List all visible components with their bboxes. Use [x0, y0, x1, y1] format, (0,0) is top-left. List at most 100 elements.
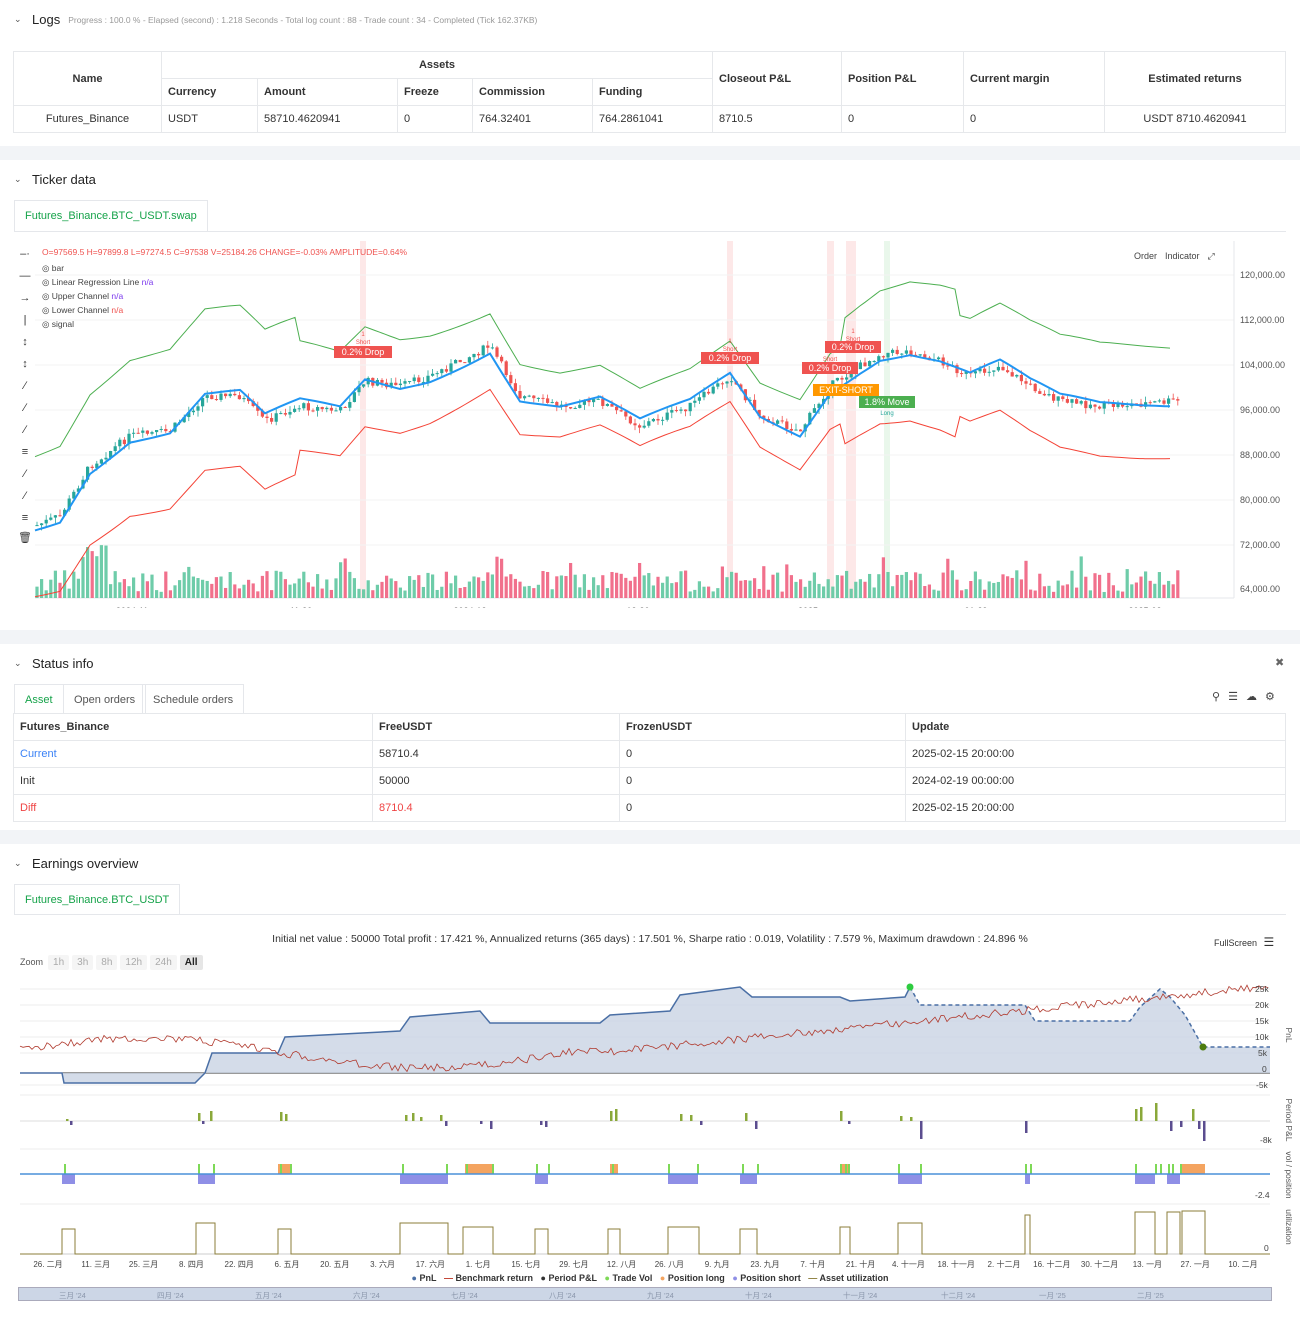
- status-header[interactable]: ⌄ Status info: [14, 656, 93, 671]
- th-funding: Funding: [592, 78, 713, 106]
- chevron-down-icon[interactable]: ⌄: [14, 858, 24, 869]
- zoom-1h[interactable]: 1h: [48, 955, 70, 970]
- navigator-tick: 四月 '24: [157, 1291, 184, 1300]
- x-tick: 13. 一月: [1133, 1260, 1162, 1269]
- candle-body: [845, 377, 849, 380]
- volume-bar: [1075, 587, 1079, 598]
- list-icon[interactable]: ☰: [1228, 690, 1238, 703]
- candle-body: [334, 410, 338, 412]
- th-update: Update: [905, 713, 1286, 741]
- eye-icon[interactable]: ◎: [42, 305, 49, 315]
- legend-benchmark[interactable]: — Benchmark return: [444, 1273, 533, 1283]
- period-bars: [66, 1103, 1206, 1141]
- legend-item[interactable]: ◎ signal: [42, 317, 153, 331]
- earnings-chart[interactable]: 25k 20k 15k 10k 5k 0 -5k PnL -8k Period …: [0, 975, 1300, 1305]
- legend-trade-vol[interactable]: ● Trade Vol: [605, 1273, 653, 1283]
- fullscreen-button[interactable]: FullScreen ☰: [1214, 935, 1274, 949]
- tab-schedule-orders[interactable]: Schedule orders: [142, 684, 245, 714]
- x-tick: 11. 三月: [81, 1260, 110, 1269]
- logs-header[interactable]: ⌄ Logs Progress : 100.0 % - Elapsed (sec…: [14, 12, 537, 27]
- row-label[interactable]: Current: [13, 740, 373, 768]
- period-bar: [412, 1113, 415, 1121]
- candle-body: [486, 345, 490, 348]
- ticker-header[interactable]: ⌄ Ticker data: [14, 172, 96, 187]
- long-position: [1182, 1164, 1205, 1174]
- legend-period[interactable]: ● Period P&L: [541, 1273, 597, 1283]
- zoom-8h[interactable]: 8h: [96, 955, 118, 970]
- legend-item[interactable]: ◎ bar: [42, 261, 153, 275]
- earnings-summary: Initial net value : 50000 Total profit :…: [272, 933, 1028, 945]
- zoom-24h[interactable]: 24h: [150, 955, 177, 970]
- expand-icon[interactable]: ⤢: [1208, 251, 1215, 262]
- tab-ticker-symbol[interactable]: Futures_Binance.BTC_USDT.swap: [14, 200, 208, 231]
- navigator-tick: 七月 '24: [451, 1291, 478, 1300]
- volume-bar: [946, 558, 950, 598]
- eye-icon[interactable]: ◎: [42, 277, 49, 287]
- volume-bar: [826, 579, 830, 598]
- pnl-tick: 15k: [1255, 1016, 1269, 1026]
- trade-vol-bar: [848, 1164, 850, 1174]
- earnings-header[interactable]: ⌄ Earnings overview: [14, 856, 138, 871]
- volume-bar: [297, 578, 301, 598]
- volume-bar: [734, 572, 738, 598]
- volume-bar: [113, 571, 117, 598]
- candle-body: [237, 395, 241, 400]
- chevron-down-icon[interactable]: ⌄: [14, 658, 24, 669]
- period-bar: [920, 1121, 923, 1139]
- zoom-3h[interactable]: 3h: [72, 955, 94, 970]
- volume-bar: [219, 576, 223, 598]
- candle-body: [412, 377, 416, 382]
- legend-pos-long[interactable]: ● Position long: [660, 1273, 725, 1283]
- order-button[interactable]: Order: [1134, 251, 1157, 262]
- y-tick: 104,000.00: [1240, 360, 1285, 370]
- volume-bar: [398, 587, 402, 598]
- volume-bar: [720, 566, 724, 598]
- legend-item[interactable]: ◎ Linear Regression Line n/a: [42, 275, 153, 289]
- volume-bar: [573, 574, 577, 598]
- short-position: [1167, 1174, 1180, 1184]
- menu-icon[interactable]: ☰: [1264, 935, 1275, 949]
- volume-bar: [260, 575, 264, 598]
- volume-bar: [481, 580, 485, 598]
- legend-pnl[interactable]: ● PnL: [412, 1273, 437, 1283]
- chevron-down-icon[interactable]: ⌄: [14, 174, 24, 185]
- navigator-tick: 五月 '24: [255, 1291, 282, 1300]
- tab-open-orders[interactable]: Open orders: [63, 684, 147, 714]
- volume-bar: [251, 583, 255, 598]
- candle-body: [900, 353, 904, 355]
- candle-body: [858, 362, 862, 370]
- tab-earnings-symbol[interactable]: Futures_Binance.BTC_USDT: [14, 884, 181, 914]
- signal-band: [846, 241, 856, 598]
- candle-body: [343, 406, 347, 408]
- range-navigator[interactable]: 三月 '24 四月 '24 五月 '24 六月 '24 七月 '24 八月 '24 九月 '…: [18, 1287, 1272, 1301]
- legend-pos-short[interactable]: ● Position short: [732, 1273, 800, 1283]
- eye-icon[interactable]: ◎: [42, 291, 49, 301]
- table-row: Diff 8710.4 0 2025-02-15 20:00:00: [13, 794, 1286, 822]
- volume-bar: [403, 590, 407, 598]
- volume-bar: [1098, 574, 1102, 598]
- candle-body: [417, 377, 421, 383]
- eye-icon[interactable]: ◎: [42, 319, 49, 329]
- legend-item[interactable]: ◎ Lower Channel n/a: [42, 303, 153, 317]
- chevron-down-icon[interactable]: ⌄: [14, 14, 24, 25]
- candlestick-chart[interactable]: 120,000.00 112,000.00 104,000.00 96,000.…: [0, 236, 1300, 608]
- candle-body: [725, 381, 729, 384]
- zoom-12h[interactable]: 12h: [120, 955, 148, 970]
- volume-bar: [509, 574, 513, 598]
- candle-body: [638, 425, 642, 428]
- volume-bar: [265, 571, 269, 598]
- legend-item[interactable]: ◎ Upper Channel n/a: [42, 289, 153, 303]
- volume-bar: [329, 589, 333, 598]
- cell-freeze: 0: [397, 105, 473, 133]
- collapse-icon[interactable]: ✖: [1275, 656, 1284, 669]
- tab-asset[interactable]: Asset: [14, 684, 64, 714]
- candle-body: [141, 430, 145, 433]
- indicator-button[interactable]: Indicator: [1165, 251, 1200, 262]
- gear-icon[interactable]: ⚙: [1265, 690, 1275, 703]
- search-icon[interactable]: ⚲: [1212, 690, 1220, 703]
- legend-utilization[interactable]: — Asset utilization: [808, 1273, 888, 1283]
- zoom-all[interactable]: All: [179, 955, 203, 970]
- cloud-icon[interactable]: ☁: [1246, 690, 1257, 703]
- eye-icon[interactable]: ◎: [42, 263, 49, 273]
- volume-bar: [904, 572, 908, 598]
